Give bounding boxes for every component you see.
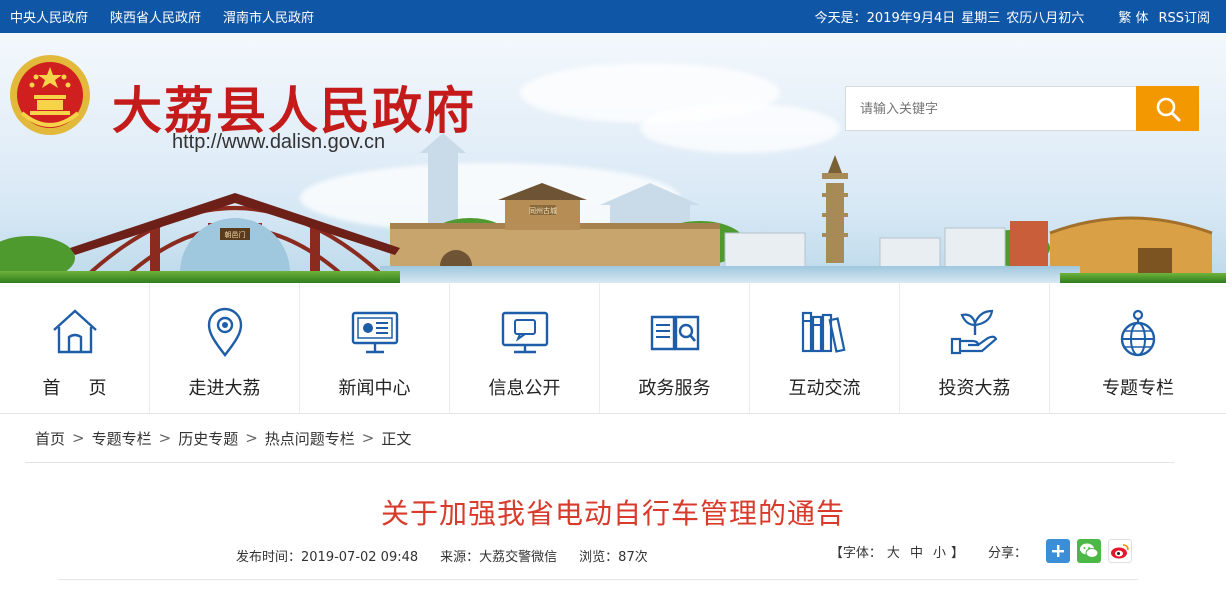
nav-item-news-center[interactable]: 新闻中心	[300, 283, 450, 413]
article-title: 关于加强我省电动自行车管理的通告	[380, 497, 845, 530]
article-meta: 发布时间：2019-07-02 09:48 来源：大荔交警微信 浏览：87次 【…	[58, 532, 1138, 580]
hand-sprout-icon	[950, 309, 997, 355]
font-size-small[interactable]: 小	[933, 546, 946, 561]
traditional-chinese-link[interactable]: 繁 体	[1118, 7, 1148, 26]
nav-item-interaction[interactable]: 互动交流	[750, 283, 900, 413]
nav-label: 新闻中心	[338, 378, 411, 399]
search-input[interactable]	[845, 86, 1136, 131]
breadcrumb-separator: >	[361, 429, 375, 447]
header-banner: 同州古城 朝邑门 大荔县人民政府 http://www.dalisn.gov.c…	[0, 33, 1226, 283]
font-size-prefix: 【字体：	[829, 545, 882, 561]
share-weibo-button[interactable]	[1108, 539, 1132, 563]
main-navigation: 首页 走进大荔 新闻中心 信息公开 政务服务 互动交流 投资大荔 专题专栏	[0, 283, 1226, 414]
rss-link[interactable]: RSS订阅	[1158, 7, 1210, 26]
top-bar: 中央人民政府 陕西省人民政府 渭南市人民政府 今天是：2019年9月4日 星期三…	[0, 0, 1226, 33]
nav-label: 政务服务	[638, 378, 711, 399]
plus-icon	[1052, 545, 1064, 557]
breadcrumb-home[interactable]: 首页	[35, 428, 65, 449]
breadcrumb-special-topics[interactable]: 专题专栏	[92, 428, 152, 449]
arch-plaque: 朝邑门	[225, 230, 246, 239]
article-source: 来源：大荔交警微信	[440, 550, 558, 565]
top-right: 今天是：2019年9月4日 星期三 农历八月初六 繁 体 RSS订阅	[815, 7, 1210, 26]
house-icon	[52, 309, 97, 354]
nav-label: 专题专栏	[1102, 378, 1174, 399]
nav-item-about-dali[interactable]: 走进大荔	[150, 283, 300, 413]
nav-label: 走进大荔	[188, 378, 261, 399]
publish-time: 发布时间：2019-07-02 09:48	[236, 550, 419, 565]
breadcrumb-separator: >	[245, 429, 258, 447]
article-info: 发布时间：2019-07-02 09:48 来源：大荔交警微信 浏览：87次	[236, 546, 648, 565]
breadcrumb-current: 正文	[381, 429, 412, 448]
weibo-icon	[1111, 544, 1129, 559]
nav-label: 投资大荔	[938, 378, 1011, 399]
national-emblem-icon	[10, 55, 90, 135]
nav-item-information-disclosure[interactable]: 信息公开	[450, 283, 600, 413]
nav-item-invest-dali[interactable]: 投资大荔	[900, 283, 1050, 413]
monitor-chat-icon	[501, 311, 548, 354]
search-button[interactable]	[1136, 86, 1199, 131]
lunar-date-text: 农历八月初六	[1006, 11, 1085, 26]
weekday-text: 星期三	[961, 11, 1001, 26]
breadcrumb-hot-issues[interactable]: 热点问题专栏	[265, 428, 355, 449]
wechat-icon	[1080, 543, 1099, 558]
nav-item-special-topics[interactable]: 专题专栏	[1050, 283, 1226, 413]
breadcrumb-history-topics[interactable]: 历史专题	[178, 428, 238, 449]
font-size-medium[interactable]: 中	[910, 546, 923, 561]
top-links: 中央人民政府 陕西省人民政府 渭南市人民政府	[10, 7, 314, 26]
link-shaanxi-government[interactable]: 陕西省人民政府	[110, 7, 201, 26]
share-label: 分享：	[987, 545, 1027, 561]
font-size-control: 【字体： 大中小】	[830, 542, 964, 561]
books-icon	[801, 311, 846, 353]
breadcrumb-separator: >	[158, 429, 172, 447]
nav-item-home[interactable]: 首页	[0, 283, 150, 413]
nav-label: 信息公开	[488, 378, 561, 399]
article-tools: 【字体： 大中小】 分享：	[830, 539, 1132, 563]
building-plaque: 同州古城	[529, 206, 557, 215]
breadcrumb: 首页 > 专题专栏 > 历史专题 > 热点问题专栏 > 正文	[25, 414, 1174, 463]
monitor-news-icon	[351, 311, 398, 354]
link-weinan-government[interactable]: 渭南市人民政府	[223, 7, 314, 26]
nav-label: 首页	[42, 378, 135, 399]
share-more-button[interactable]	[1046, 539, 1070, 563]
search-box	[845, 86, 1199, 131]
font-size-large[interactable]: 大	[887, 546, 900, 561]
nav-label: 互动交流	[788, 378, 861, 399]
breadcrumb-separator: >	[72, 429, 85, 447]
link-central-government[interactable]: 中央人民政府	[10, 7, 88, 26]
view-count: 浏览：87次	[579, 550, 648, 565]
font-size-suffix: 】	[950, 545, 964, 561]
location-pin-icon	[207, 307, 242, 357]
share-wechat-button[interactable]	[1077, 539, 1101, 563]
search-icon	[1156, 97, 1180, 121]
date-text: 今天是：2019年9月4日	[814, 11, 956, 26]
globe-icon	[1120, 309, 1156, 357]
site-url: http://www.dalisn.gov.cn	[172, 131, 386, 153]
document-search-icon	[650, 315, 699, 351]
nav-item-government-services[interactable]: 政务服务	[600, 283, 750, 413]
